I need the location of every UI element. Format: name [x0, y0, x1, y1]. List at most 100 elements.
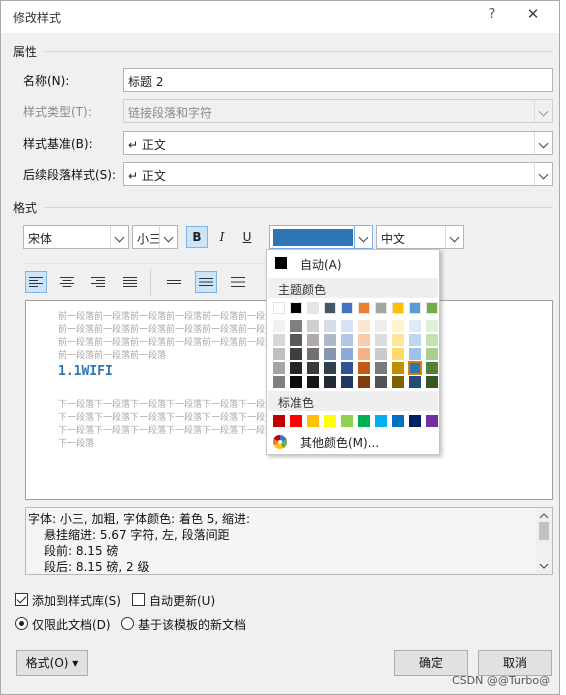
- theme-shade-swatch[interactable]: [290, 362, 302, 374]
- font-color-select[interactable]: [269, 225, 373, 249]
- chevron-down-icon[interactable]: [445, 226, 463, 248]
- theme-color-swatch[interactable]: [392, 302, 404, 314]
- theme-shade-swatch[interactable]: [392, 348, 404, 360]
- theme-shade-swatch[interactable]: [273, 362, 285, 374]
- automatic-color-swatch[interactable]: [275, 257, 287, 269]
- new-documents-radio[interactable]: [121, 617, 134, 630]
- theme-shade-swatch[interactable]: [375, 348, 387, 360]
- theme-shade-swatch[interactable]: [273, 320, 285, 332]
- more-colors-option[interactable]: 其他颜色(M)...: [300, 434, 379, 451]
- theme-shade-swatch[interactable]: [324, 376, 336, 388]
- theme-shade-swatch[interactable]: [358, 334, 370, 346]
- theme-shade-swatch[interactable]: [392, 320, 404, 332]
- name-field[interactable]: 标题 2: [123, 68, 553, 92]
- theme-shade-swatch[interactable]: [409, 348, 421, 360]
- close-icon[interactable]: ✕: [523, 5, 543, 25]
- theme-shade-swatch[interactable]: [273, 376, 285, 388]
- underline-button[interactable]: U: [236, 226, 258, 248]
- chevron-down-icon[interactable]: [534, 163, 552, 185]
- theme-shade-swatch[interactable]: [307, 334, 319, 346]
- theme-shade-swatch[interactable]: [324, 348, 336, 360]
- theme-shade-swatch[interactable]: [358, 348, 370, 360]
- automatic-color-option[interactable]: 自动(A): [300, 256, 342, 273]
- selected-color-swatch[interactable]: [408, 361, 422, 375]
- standard-color-swatch[interactable]: [409, 415, 421, 427]
- chevron-down-icon[interactable]: [110, 226, 128, 248]
- standard-color-swatch[interactable]: [273, 415, 285, 427]
- theme-shade-swatch[interactable]: [358, 320, 370, 332]
- chevron-down-icon[interactable]: [534, 132, 552, 154]
- ok-button[interactable]: 确定: [394, 650, 468, 676]
- auto-update-checkbox[interactable]: [132, 593, 145, 606]
- theme-shade-swatch[interactable]: [307, 320, 319, 332]
- script-select[interactable]: 中文: [376, 225, 464, 249]
- theme-shade-swatch[interactable]: [426, 334, 438, 346]
- theme-shade-swatch[interactable]: [426, 376, 438, 388]
- theme-shade-swatch[interactable]: [426, 348, 438, 360]
- standard-color-swatch[interactable]: [307, 415, 319, 427]
- justify-button[interactable]: [119, 271, 141, 293]
- theme-shade-swatch[interactable]: [290, 320, 302, 332]
- theme-color-swatch[interactable]: [426, 302, 438, 314]
- standard-color-swatch[interactable]: [324, 415, 336, 427]
- theme-shade-swatch[interactable]: [392, 376, 404, 388]
- align-left-button[interactable]: [25, 271, 47, 293]
- theme-shade-swatch[interactable]: [341, 376, 353, 388]
- theme-color-swatch[interactable]: [273, 302, 285, 314]
- theme-shade-swatch[interactable]: [290, 376, 302, 388]
- single-spacing-button[interactable]: [163, 271, 185, 293]
- theme-shade-swatch[interactable]: [341, 362, 353, 374]
- description-scrollbar[interactable]: [536, 508, 552, 574]
- theme-shade-swatch[interactable]: [290, 348, 302, 360]
- theme-shade-swatch[interactable]: [324, 334, 336, 346]
- theme-shade-swatch[interactable]: [409, 334, 421, 346]
- theme-color-swatch[interactable]: [324, 302, 336, 314]
- theme-shade-swatch[interactable]: [341, 334, 353, 346]
- theme-shade-swatch[interactable]: [409, 376, 421, 388]
- theme-shade-swatch[interactable]: [324, 362, 336, 374]
- theme-shade-swatch[interactable]: [358, 362, 370, 374]
- theme-shade-swatch[interactable]: [375, 362, 387, 374]
- theme-color-swatch[interactable]: [375, 302, 387, 314]
- theme-color-swatch[interactable]: [409, 302, 421, 314]
- theme-shade-swatch[interactable]: [426, 320, 438, 332]
- theme-shade-swatch[interactable]: [307, 348, 319, 360]
- theme-shade-swatch[interactable]: [273, 334, 285, 346]
- theme-shade-swatch[interactable]: [392, 362, 404, 374]
- theme-shade-swatch[interactable]: [426, 362, 438, 374]
- add-to-gallery-checkbox[interactable]: [15, 593, 28, 606]
- standard-color-swatch[interactable]: [290, 415, 302, 427]
- theme-shade-swatch[interactable]: [341, 320, 353, 332]
- standard-color-swatch[interactable]: [341, 415, 353, 427]
- cancel-button[interactable]: 取消: [478, 650, 552, 676]
- theme-color-swatch[interactable]: [307, 302, 319, 314]
- theme-shade-swatch[interactable]: [375, 376, 387, 388]
- based-on-select[interactable]: ↵ 正文: [123, 131, 553, 155]
- theme-shade-swatch[interactable]: [358, 376, 370, 388]
- theme-shade-swatch[interactable]: [307, 362, 319, 374]
- help-icon[interactable]: ?: [485, 7, 499, 25]
- one-half-spacing-button[interactable]: [195, 271, 217, 293]
- theme-color-swatch[interactable]: [290, 302, 302, 314]
- standard-color-swatch[interactable]: [358, 415, 370, 427]
- only-this-document-radio[interactable]: [15, 617, 28, 630]
- theme-shade-swatch[interactable]: [375, 320, 387, 332]
- theme-shade-swatch[interactable]: [290, 334, 302, 346]
- italic-button[interactable]: I: [211, 226, 233, 248]
- standard-color-swatch[interactable]: [392, 415, 404, 427]
- standard-color-swatch[interactable]: [375, 415, 387, 427]
- theme-shade-swatch[interactable]: [324, 320, 336, 332]
- bold-button[interactable]: B: [186, 226, 208, 248]
- theme-shade-swatch[interactable]: [375, 334, 387, 346]
- chevron-down-icon[interactable]: [354, 226, 372, 248]
- theme-shade-swatch[interactable]: [307, 376, 319, 388]
- theme-shade-swatch[interactable]: [341, 348, 353, 360]
- theme-color-swatch[interactable]: [341, 302, 353, 314]
- font-select[interactable]: 宋体: [23, 225, 129, 249]
- next-style-select[interactable]: ↵ 正文: [123, 162, 553, 186]
- chevron-down-icon[interactable]: [159, 226, 177, 248]
- format-menu-button[interactable]: 格式(O) ▾: [16, 650, 88, 676]
- theme-color-swatch[interactable]: [358, 302, 370, 314]
- align-center-button[interactable]: [56, 271, 78, 293]
- double-spacing-button[interactable]: [227, 271, 249, 293]
